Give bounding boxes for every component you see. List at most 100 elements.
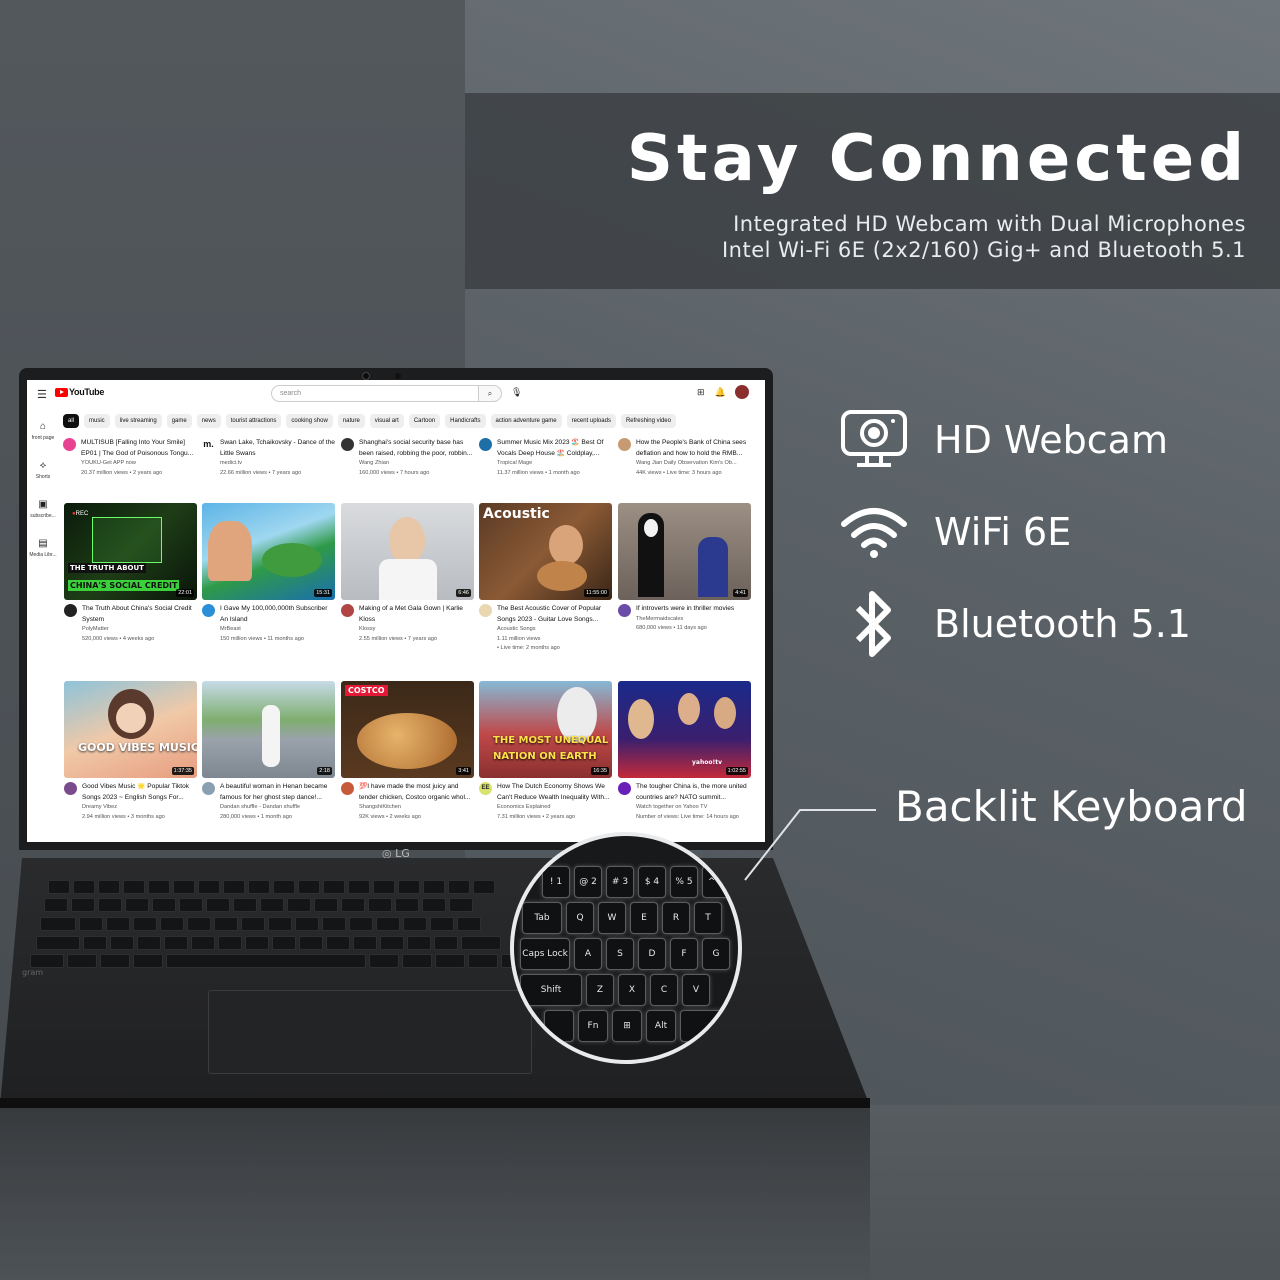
key[interactable] — [148, 880, 170, 894]
video-card[interactable]: Shanghai's social security base has been… — [341, 438, 474, 478]
mag-key[interactable]: # 3 — [606, 866, 634, 898]
key[interactable] — [473, 880, 495, 894]
channel-name[interactable]: Acoustic Songs — [497, 625, 612, 635]
channel-name[interactable]: Tropical Mage — [497, 459, 612, 469]
key[interactable] — [173, 880, 195, 894]
key[interactable] — [353, 936, 377, 950]
sidebar-item-shorts[interactable]: ⟡ Shorts — [27, 455, 59, 480]
video-thumbnail[interactable]: 2:18 — [202, 681, 335, 778]
channel-avatar[interactable] — [341, 604, 354, 617]
chip[interactable]: live streaming — [114, 414, 162, 428]
key[interactable] — [457, 917, 481, 931]
video-title[interactable]: A beautiful woman in Henan became famous… — [220, 782, 335, 803]
key[interactable] — [245, 936, 269, 950]
mag-key[interactable]: % 5 — [670, 866, 698, 898]
video-card[interactable]: 6:46 Making of a Met Gala Gown | Karlie … — [341, 503, 474, 644]
video-thumbnail[interactable]: GOOD VIBES MUSIC 1:37:35 — [64, 681, 197, 778]
key[interactable] — [434, 936, 458, 950]
video-title[interactable]: 💯I have made the most juicy and tender c… — [359, 782, 474, 803]
channel-avatar[interactable] — [202, 782, 215, 795]
mag-key[interactable]: F — [670, 938, 698, 970]
key[interactable] — [98, 898, 122, 912]
video-title[interactable]: How the People's Bank of China sees defl… — [636, 438, 751, 459]
windows-key[interactable]: ⊞ — [612, 1010, 642, 1042]
key[interactable] — [349, 917, 373, 931]
key-enter[interactable] — [461, 936, 501, 950]
mag-key-fn[interactable]: Fn — [578, 1010, 608, 1042]
key-tab[interactable] — [40, 917, 76, 931]
video-title[interactable]: Summer Music Mix 2023 🏖️ Best Of Vocals … — [497, 438, 612, 459]
key[interactable] — [48, 880, 70, 894]
video-thumbnail[interactable]: 6:46 — [341, 503, 474, 600]
channel-name[interactable]: Wang Zhian — [359, 459, 474, 469]
key[interactable] — [248, 880, 270, 894]
video-thumbnail[interactable]: ●REC THE TRUTH ABOUT CHINA'S SOCIAL CRED… — [64, 503, 197, 600]
key[interactable] — [123, 880, 145, 894]
key[interactable] — [398, 880, 420, 894]
mag-key[interactable]: G — [702, 938, 730, 970]
channel-name[interactable]: TheMermaidscales — [636, 615, 751, 625]
mag-key-caps[interactable]: Caps Lock — [520, 938, 570, 970]
video-card[interactable]: 2:18 A beautiful woman in Henan became f… — [202, 681, 335, 822]
channel-name[interactable]: Economics Explained — [497, 803, 612, 813]
mag-key[interactable]: C — [650, 974, 678, 1006]
mag-key[interactable]: Z — [586, 974, 614, 1006]
key[interactable] — [268, 917, 292, 931]
key[interactable] — [348, 880, 370, 894]
key[interactable] — [423, 880, 445, 894]
chip[interactable]: Refreshing video — [620, 414, 676, 428]
video-title[interactable]: The Best Acoustic Cover of Popular Songs… — [497, 604, 612, 625]
search-button[interactable]: ⌕ — [478, 385, 502, 402]
key[interactable] — [422, 898, 446, 912]
channel-avatar[interactable]: EE — [479, 782, 492, 795]
key[interactable] — [206, 898, 230, 912]
key[interactable] — [71, 898, 95, 912]
key[interactable] — [83, 936, 107, 950]
channel-avatar[interactable] — [341, 438, 354, 451]
mag-key[interactable]: Q — [566, 902, 594, 934]
key[interactable] — [233, 898, 257, 912]
mag-key[interactable]: A — [574, 938, 602, 970]
channel-avatar[interactable] — [64, 782, 77, 795]
video-card[interactable]: GOOD VIBES MUSIC 1:37:35 Good Vibes Musi… — [64, 681, 197, 822]
account-avatar[interactable] — [735, 385, 749, 399]
key[interactable] — [402, 954, 432, 968]
key[interactable] — [448, 880, 470, 894]
sidebar-item-subscriptions[interactable]: ▣ subscribe... — [27, 494, 59, 519]
key[interactable] — [98, 880, 120, 894]
channel-avatar[interactable] — [341, 782, 354, 795]
mag-key-shift[interactable]: Shift — [520, 974, 582, 1006]
key[interactable] — [395, 898, 419, 912]
channel-avatar[interactable] — [63, 438, 76, 451]
video-title[interactable]: I Gave My 100,000,000th Subscriber An Is… — [220, 604, 335, 625]
video-thumbnail[interactable]: COSTCO 3:41 — [341, 681, 474, 778]
mag-key[interactable]: @ 2 — [574, 866, 602, 898]
channel-name[interactable]: Wang Jian Daily Observation Kim's Ob... — [636, 459, 751, 469]
create-icon[interactable]: ⊞ — [697, 387, 705, 398]
mag-key[interactable]: X — [618, 974, 646, 1006]
video-card[interactable]: m. Swan Lake, Tchaikovsky - Dance of the… — [202, 438, 335, 478]
key[interactable] — [435, 954, 465, 968]
key[interactable] — [299, 936, 323, 950]
channel-name[interactable]: ShangshiKitchen — [359, 803, 474, 813]
key[interactable] — [67, 954, 97, 968]
mag-key-alt[interactable]: Alt — [646, 1010, 676, 1042]
chip-all[interactable]: all — [63, 414, 80, 428]
mag-key-space[interactable] — [680, 1010, 738, 1042]
chip[interactable]: music — [84, 414, 110, 428]
key[interactable] — [430, 917, 454, 931]
chip[interactable]: visual art — [369, 414, 404, 428]
channel-name[interactable]: YOUKU-Get APP now — [81, 459, 196, 469]
touchpad[interactable] — [208, 990, 532, 1074]
channel-avatar[interactable]: m. — [202, 438, 215, 451]
video-title[interactable]: If introverts were in thriller movies — [636, 604, 751, 615]
video-title[interactable]: Good Vibes Music 🌟 Popular Tiktok Songs … — [82, 782, 197, 803]
key[interactable] — [295, 917, 319, 931]
key[interactable] — [468, 954, 498, 968]
chip[interactable]: cooking show — [286, 414, 333, 428]
mag-key[interactable]: D — [638, 938, 666, 970]
mag-key-tab[interactable]: Tab — [522, 902, 562, 934]
key[interactable] — [125, 898, 149, 912]
video-card[interactable]: THE MOST UNEQUAL NATION ON EARTH 16:35 E… — [479, 681, 612, 822]
mag-key[interactable]: T — [694, 902, 722, 934]
